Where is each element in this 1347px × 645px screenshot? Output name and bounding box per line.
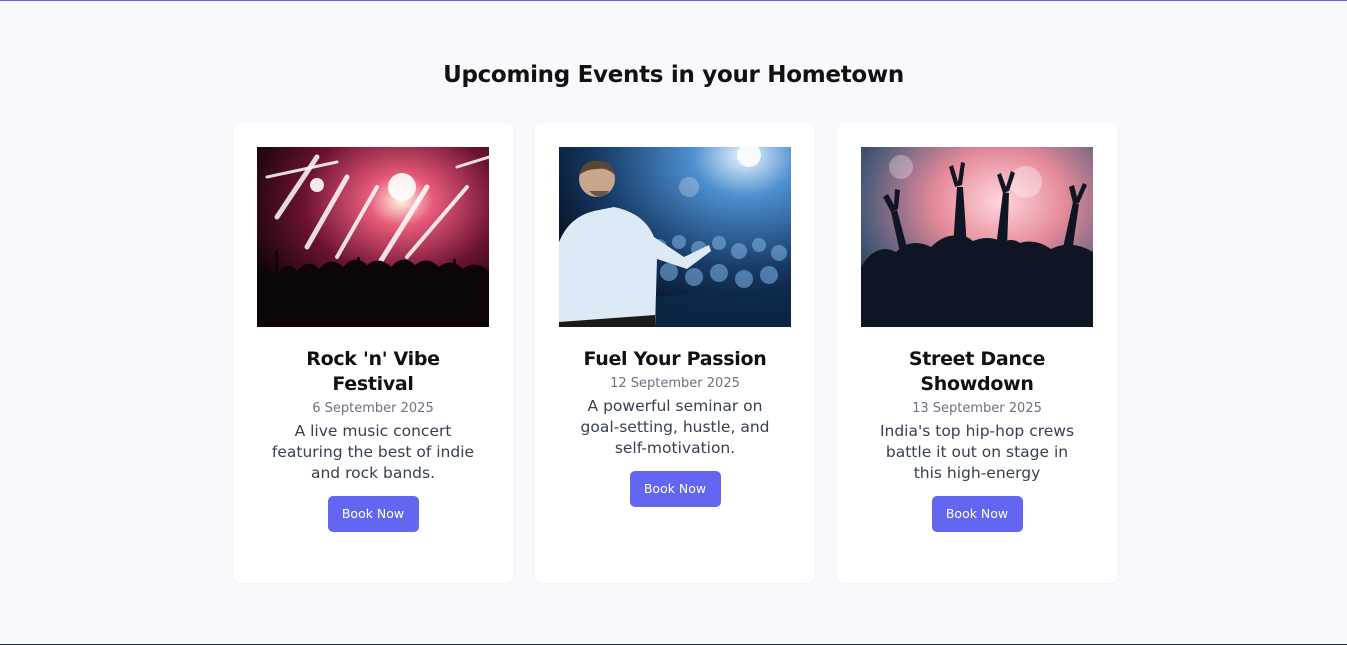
event-date: 6 September 2025 [312, 401, 434, 416]
event-title: Street Dance Showdown [908, 348, 1046, 395]
book-now-button[interactable]: Book Now [327, 496, 419, 532]
top-accent-line [0, 0, 1347, 1]
event-description: India's top hip-hop crews battle it out … [879, 422, 1075, 482]
book-now-button[interactable]: Book Now [629, 471, 721, 507]
dance-party-photo [861, 147, 1093, 327]
concert-photo [257, 147, 489, 327]
event-image [257, 147, 489, 327]
event-card: Rock 'n' Vibe Festival 6 September 2025 … [233, 123, 513, 583]
event-date: 12 September 2025 [610, 376, 740, 391]
seminar-photo [559, 147, 791, 327]
event-image [559, 147, 791, 327]
book-now-button[interactable]: Book Now [931, 496, 1023, 532]
event-date: 13 September 2025 [912, 401, 1042, 416]
page-title: Upcoming Events in your Hometown [443, 62, 904, 88]
event-description: A live music concert featuring the best … [271, 422, 475, 482]
event-title: Rock 'n' Vibe Festival [306, 348, 440, 395]
event-image [861, 147, 1093, 327]
event-title: Fuel Your Passion [583, 348, 767, 370]
event-card: Fuel Your Passion 12 September 2025 A po… [535, 123, 815, 583]
event-card: Street Dance Showdown 13 September 2025 … [837, 123, 1117, 583]
event-description: A powerful seminar on goal-setting, hust… [580, 397, 770, 457]
